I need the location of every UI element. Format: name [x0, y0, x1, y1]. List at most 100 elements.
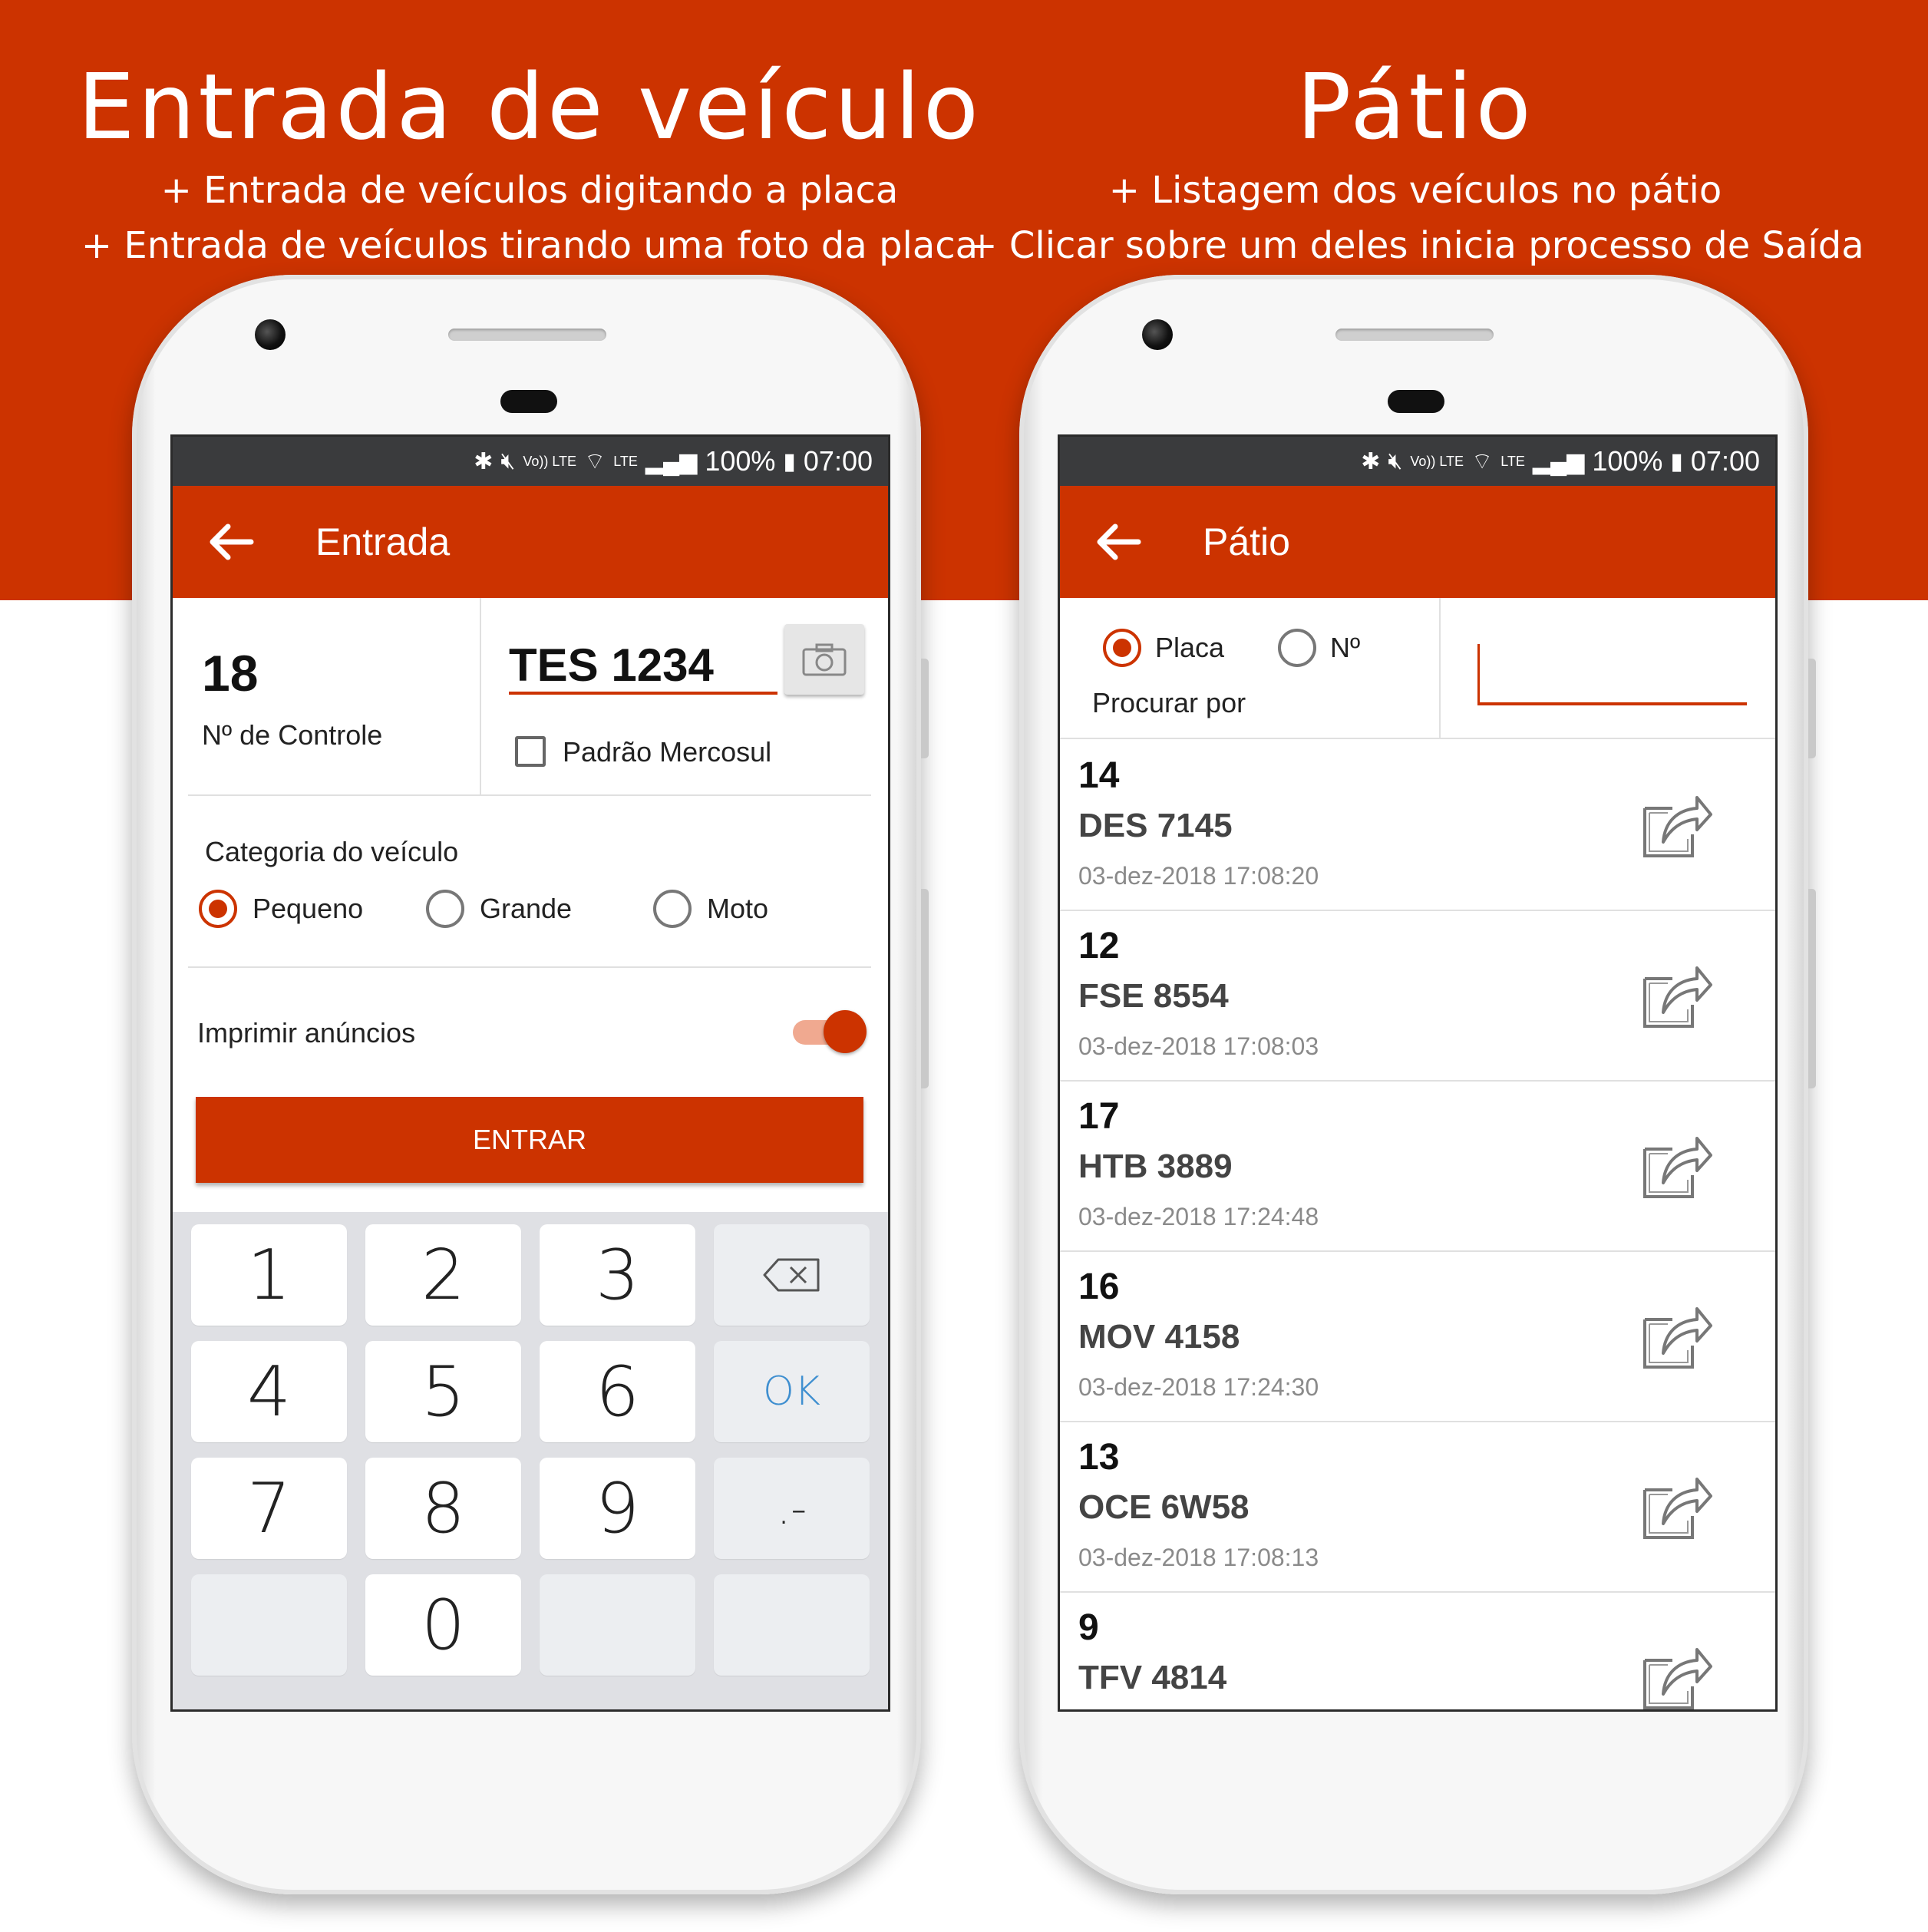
backspace-key[interactable]	[714, 1224, 870, 1326]
phone-frame-entrada: ✱ 🔇︎ Vo)) LTE ⌔ LTE ▂▄▆ 100% ▮ 07:00 Ent…	[132, 275, 929, 1894]
vehicle-number: 14	[1078, 755, 1120, 796]
checkout-icon[interactable]	[1637, 1126, 1714, 1203]
mute-icon: 🔇︎	[500, 448, 516, 474]
page-title: Entrada	[315, 520, 451, 563]
vehicle-number: 13	[1078, 1437, 1120, 1478]
patio-screen: ✱ 🔇︎ Vo)) LTE ⌔ LTE ▂▄▆ 100% ▮ 07:00 Pát…	[1058, 434, 1778, 1712]
status-bar: ✱ 🔇︎ Vo)) LTE ⌔ LTE ▂▄▆ 100% ▮ 07:00	[173, 437, 888, 486]
back-arrow-icon[interactable]	[1091, 515, 1144, 569]
vehicle-row[interactable]: 14 DES 7145 03-dez-2018 17:08:20	[1060, 739, 1775, 911]
key-8[interactable]: 8	[365, 1458, 521, 1559]
radio-grande-label: Grande	[480, 893, 573, 924]
vertical-divider	[480, 598, 481, 794]
control-number: 18	[202, 645, 259, 702]
plate-input[interactable]	[509, 638, 777, 695]
proximity-sensor	[500, 390, 557, 413]
key-9[interactable]: 9	[540, 1458, 695, 1559]
front-camera	[255, 319, 286, 350]
right-headline-title: Pátio	[1296, 54, 1534, 160]
print-ads-switch-thumb[interactable]	[824, 1010, 867, 1053]
mute-icon: 🔇︎	[1388, 448, 1403, 474]
vehicle-number: 16	[1078, 1267, 1120, 1307]
vehicle-number: 12	[1078, 926, 1120, 966]
vehicle-row[interactable]: 17 HTB 3889 03-dez-2018 17:24:48	[1060, 1080, 1775, 1252]
power-button	[1808, 659, 1816, 758]
category-title: Categoria do veículo	[205, 836, 459, 867]
checkout-icon[interactable]	[1637, 1467, 1714, 1544]
phone-frame-patio: ✱ 🔇︎ Vo)) LTE ⌔ LTE ▂▄▆ 100% ▮ 07:00 Pát…	[1019, 275, 1816, 1894]
right-feature-line: + Listagem dos veículos no pátio	[1108, 169, 1722, 212]
radio-numero[interactable]	[1278, 629, 1316, 667]
wifi-icon: ⌔	[1471, 449, 1494, 474]
left-headline-title: Entrada de veículo	[77, 54, 982, 160]
volume-button	[921, 889, 929, 1088]
vehicle-row[interactable]: 9 TFV 4814	[1060, 1591, 1775, 1709]
divider	[188, 966, 871, 968]
vehicle-row[interactable]: 13 OCE 6W58 03-dez-2018 17:08:13	[1060, 1421, 1775, 1593]
right-headline-subtitle: + Listagem dos veículos no pátio + Clica…	[955, 163, 1876, 273]
signal-icon: ▂▄▆	[645, 448, 698, 474]
radio-numero-label: Nº	[1330, 632, 1361, 663]
key-empty	[714, 1574, 870, 1676]
battery-icon: ▮	[783, 448, 796, 474]
radio-pequeno[interactable]	[199, 890, 237, 928]
numeric-keypad: 1 2 3 4 5 6 OK 7 8 9 .- 0	[173, 1212, 888, 1709]
key-5[interactable]: 5	[365, 1341, 521, 1442]
vehicle-row[interactable]: 12 FSE 8554 03-dez-2018 17:08:03	[1060, 910, 1775, 1082]
radio-placa[interactable]	[1103, 629, 1141, 667]
vehicle-plate: TFV 4814	[1078, 1659, 1227, 1696]
mercosul-label: Padrão Mercosul	[563, 736, 772, 768]
mercosul-checkbox[interactable]	[515, 736, 546, 767]
control-number-label: Nº de Controle	[202, 719, 383, 751]
earpiece-speaker	[1335, 329, 1494, 341]
key-4[interactable]: 4	[191, 1341, 347, 1442]
key-0[interactable]: 0	[365, 1574, 521, 1676]
clock: 07:00	[803, 445, 873, 477]
checkout-icon[interactable]	[1637, 1637, 1714, 1709]
search-input[interactable]	[1477, 644, 1747, 705]
radio-moto[interactable]	[653, 890, 692, 928]
signal-icon: ▂▄▆	[1532, 448, 1585, 474]
key-7[interactable]: 7	[191, 1458, 347, 1559]
right-feature-line: + Clicar sobre um deles inicia processo …	[966, 224, 1864, 267]
divider	[188, 794, 871, 796]
left-feature-line: + Entrada de veículos tirando uma foto d…	[81, 224, 979, 267]
key-6[interactable]: 6	[540, 1341, 695, 1442]
battery-percent: 100%	[705, 445, 776, 477]
back-arrow-icon[interactable]	[203, 515, 257, 569]
radio-placa-label: Placa	[1155, 632, 1225, 663]
battery-percent: 100%	[1592, 445, 1663, 477]
app-bar: Pátio	[1060, 486, 1775, 598]
key-3[interactable]: 3	[540, 1224, 695, 1326]
key-empty	[191, 1574, 347, 1676]
earpiece-speaker	[448, 329, 606, 341]
vehicle-row[interactable]: 16 MOV 4158 03-dez-2018 17:24:30	[1060, 1250, 1775, 1422]
vehicle-entry-date: 03-dez-2018 17:24:48	[1078, 1203, 1319, 1230]
vehicle-plate: FSE 8554	[1078, 977, 1229, 1015]
key-empty	[540, 1574, 695, 1676]
checkout-icon[interactable]	[1637, 785, 1714, 862]
camera-button[interactable]	[784, 624, 864, 695]
vehicle-plate: DES 7145	[1078, 807, 1233, 844]
lte-icon: LTE	[1500, 453, 1525, 469]
vehicle-entry-date: 03-dez-2018 17:08:03	[1078, 1032, 1319, 1060]
punctuation-key[interactable]: .-	[714, 1458, 870, 1559]
volume-button	[1808, 889, 1816, 1088]
ok-key[interactable]: OK	[714, 1341, 870, 1442]
key-1[interactable]: 1	[191, 1224, 347, 1326]
enter-button[interactable]: ENTRAR	[196, 1097, 863, 1183]
vehicle-plate: OCE 6W58	[1078, 1488, 1250, 1526]
key-2[interactable]: 2	[365, 1224, 521, 1326]
radio-grande[interactable]	[426, 890, 464, 928]
search-by-label: Procurar por	[1092, 687, 1246, 718]
camera-icon	[802, 643, 847, 676]
volte-icon: Vo)) LTE	[1410, 453, 1464, 469]
bluetooth-icon: ✱	[474, 448, 494, 474]
radio-moto-label: Moto	[707, 893, 769, 924]
checkout-icon[interactable]	[1637, 956, 1714, 1032]
checkout-icon[interactable]	[1637, 1296, 1714, 1373]
power-button	[921, 659, 929, 758]
lte-icon: LTE	[613, 453, 638, 469]
entrada-screen: ✱ 🔇︎ Vo)) LTE ⌔ LTE ▂▄▆ 100% ▮ 07:00 Ent…	[170, 434, 890, 1712]
vehicle-number: 9	[1078, 1607, 1099, 1648]
